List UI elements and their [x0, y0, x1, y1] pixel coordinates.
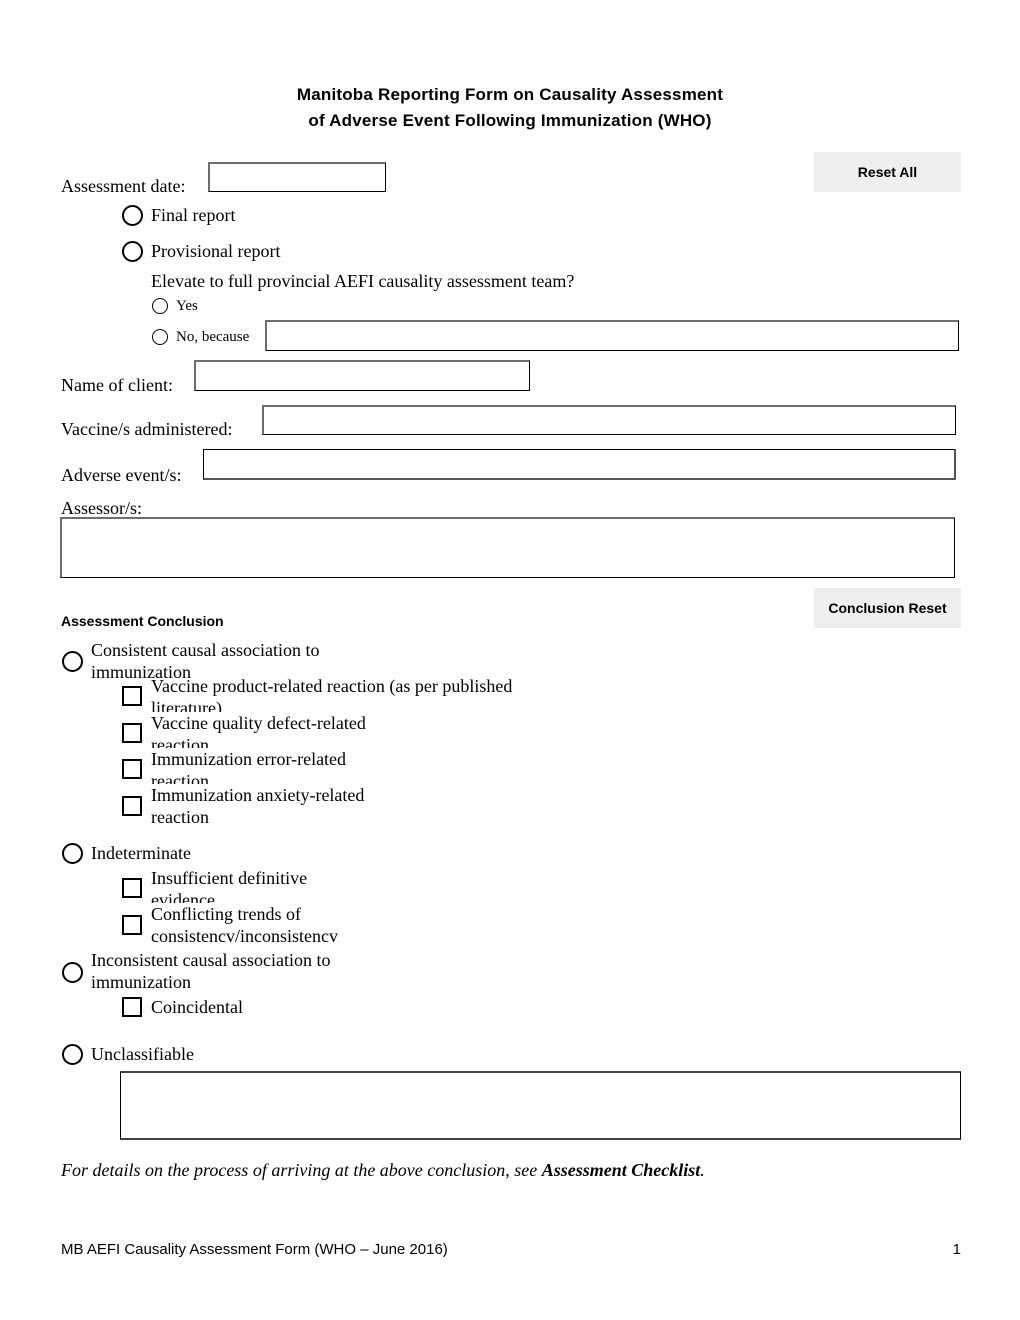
- assessors-label: Assessor/s:: [61, 498, 143, 518]
- unclassifiable-label: Unclassifiable: [91, 1044, 194, 1064]
- coincidental-checkbox[interactable]: [122, 997, 142, 1017]
- unclassifiable-notes-textarea[interactable]: [120, 1071, 961, 1140]
- provisional-report-label: Provisional report: [151, 241, 281, 261]
- assessment-date-label: Assessment date:: [61, 176, 186, 196]
- assessors-textarea[interactable]: [60, 517, 955, 578]
- vaccines-input[interactable]: [262, 405, 956, 435]
- elevate-no-reason-input[interactable]: [265, 320, 959, 351]
- elevate-no-radio[interactable]: [152, 329, 168, 345]
- immunization-anxiety-label: Immunization anxiety-related reaction: [151, 784, 401, 828]
- elevate-question: Elevate to full provincial AEFI causalit…: [151, 271, 575, 291]
- conclusion-reset-button[interactable]: Conclusion Reset: [814, 588, 961, 628]
- client-name-input[interactable]: [194, 360, 530, 391]
- provisional-report-radio[interactable]: [122, 241, 143, 262]
- reset-all-button[interactable]: Reset All: [814, 152, 961, 192]
- elevate-yes-radio[interactable]: [152, 298, 168, 314]
- unclassifiable-radio[interactable]: [62, 1044, 83, 1065]
- form-title-line-2: of Adverse Event Following Immunization …: [308, 111, 712, 130]
- adverse-events-input[interactable]: [203, 449, 956, 480]
- conclusion-note-prefix: For details on the process of arriving a…: [61, 1160, 542, 1180]
- immunization-error-checkbox[interactable]: [122, 759, 142, 779]
- form-title-line-1: Manitoba Reporting Form on Causality Ass…: [296, 85, 724, 104]
- assessment-conclusion-heading: Assessment Conclusion: [61, 613, 224, 629]
- indeterminate-radio[interactable]: [62, 843, 83, 864]
- elevate-no-label: No, because: [176, 329, 250, 345]
- final-report-radio[interactable]: [122, 205, 143, 226]
- page-number: 1: [952, 1241, 961, 1258]
- conflicting-trends-checkbox[interactable]: [122, 915, 142, 935]
- client-name-label: Name of client:: [61, 375, 173, 395]
- assessment-date-input[interactable]: [208, 162, 386, 192]
- consistent-association-radio[interactable]: [62, 651, 83, 672]
- assessment-checklist-reference: Assessment Checklist: [541, 1160, 701, 1180]
- vaccine-product-reaction-checkbox[interactable]: [122, 686, 142, 706]
- conclusion-note-suffix: .: [700, 1160, 705, 1180]
- footer-text: MB AEFI Causality Assessment Form (WHO –…: [61, 1241, 448, 1258]
- indeterminate-label: Indeterminate: [91, 843, 191, 863]
- conclusion-note: For details on the process of arriving a…: [61, 1160, 705, 1181]
- inconsistent-association-label: Inconsistent causal association to immun…: [91, 950, 331, 992]
- adverse-events-label: Adverse event/s:: [61, 465, 182, 485]
- immunization-anxiety-checkbox[interactable]: [122, 796, 142, 816]
- coincidental-label: Coincidental: [151, 997, 243, 1017]
- conflicting-trends-label: Conflicting trends of consistencv/incons…: [151, 903, 371, 947]
- final-report-label: Final report: [151, 205, 236, 225]
- insufficient-evidence-checkbox[interactable]: [122, 878, 142, 898]
- vaccine-quality-defect-checkbox[interactable]: [122, 723, 142, 743]
- elevate-yes-label: Yes: [176, 298, 198, 314]
- vaccines-label: Vaccine/s administered:: [61, 419, 233, 439]
- inconsistent-association-radio[interactable]: [62, 962, 83, 983]
